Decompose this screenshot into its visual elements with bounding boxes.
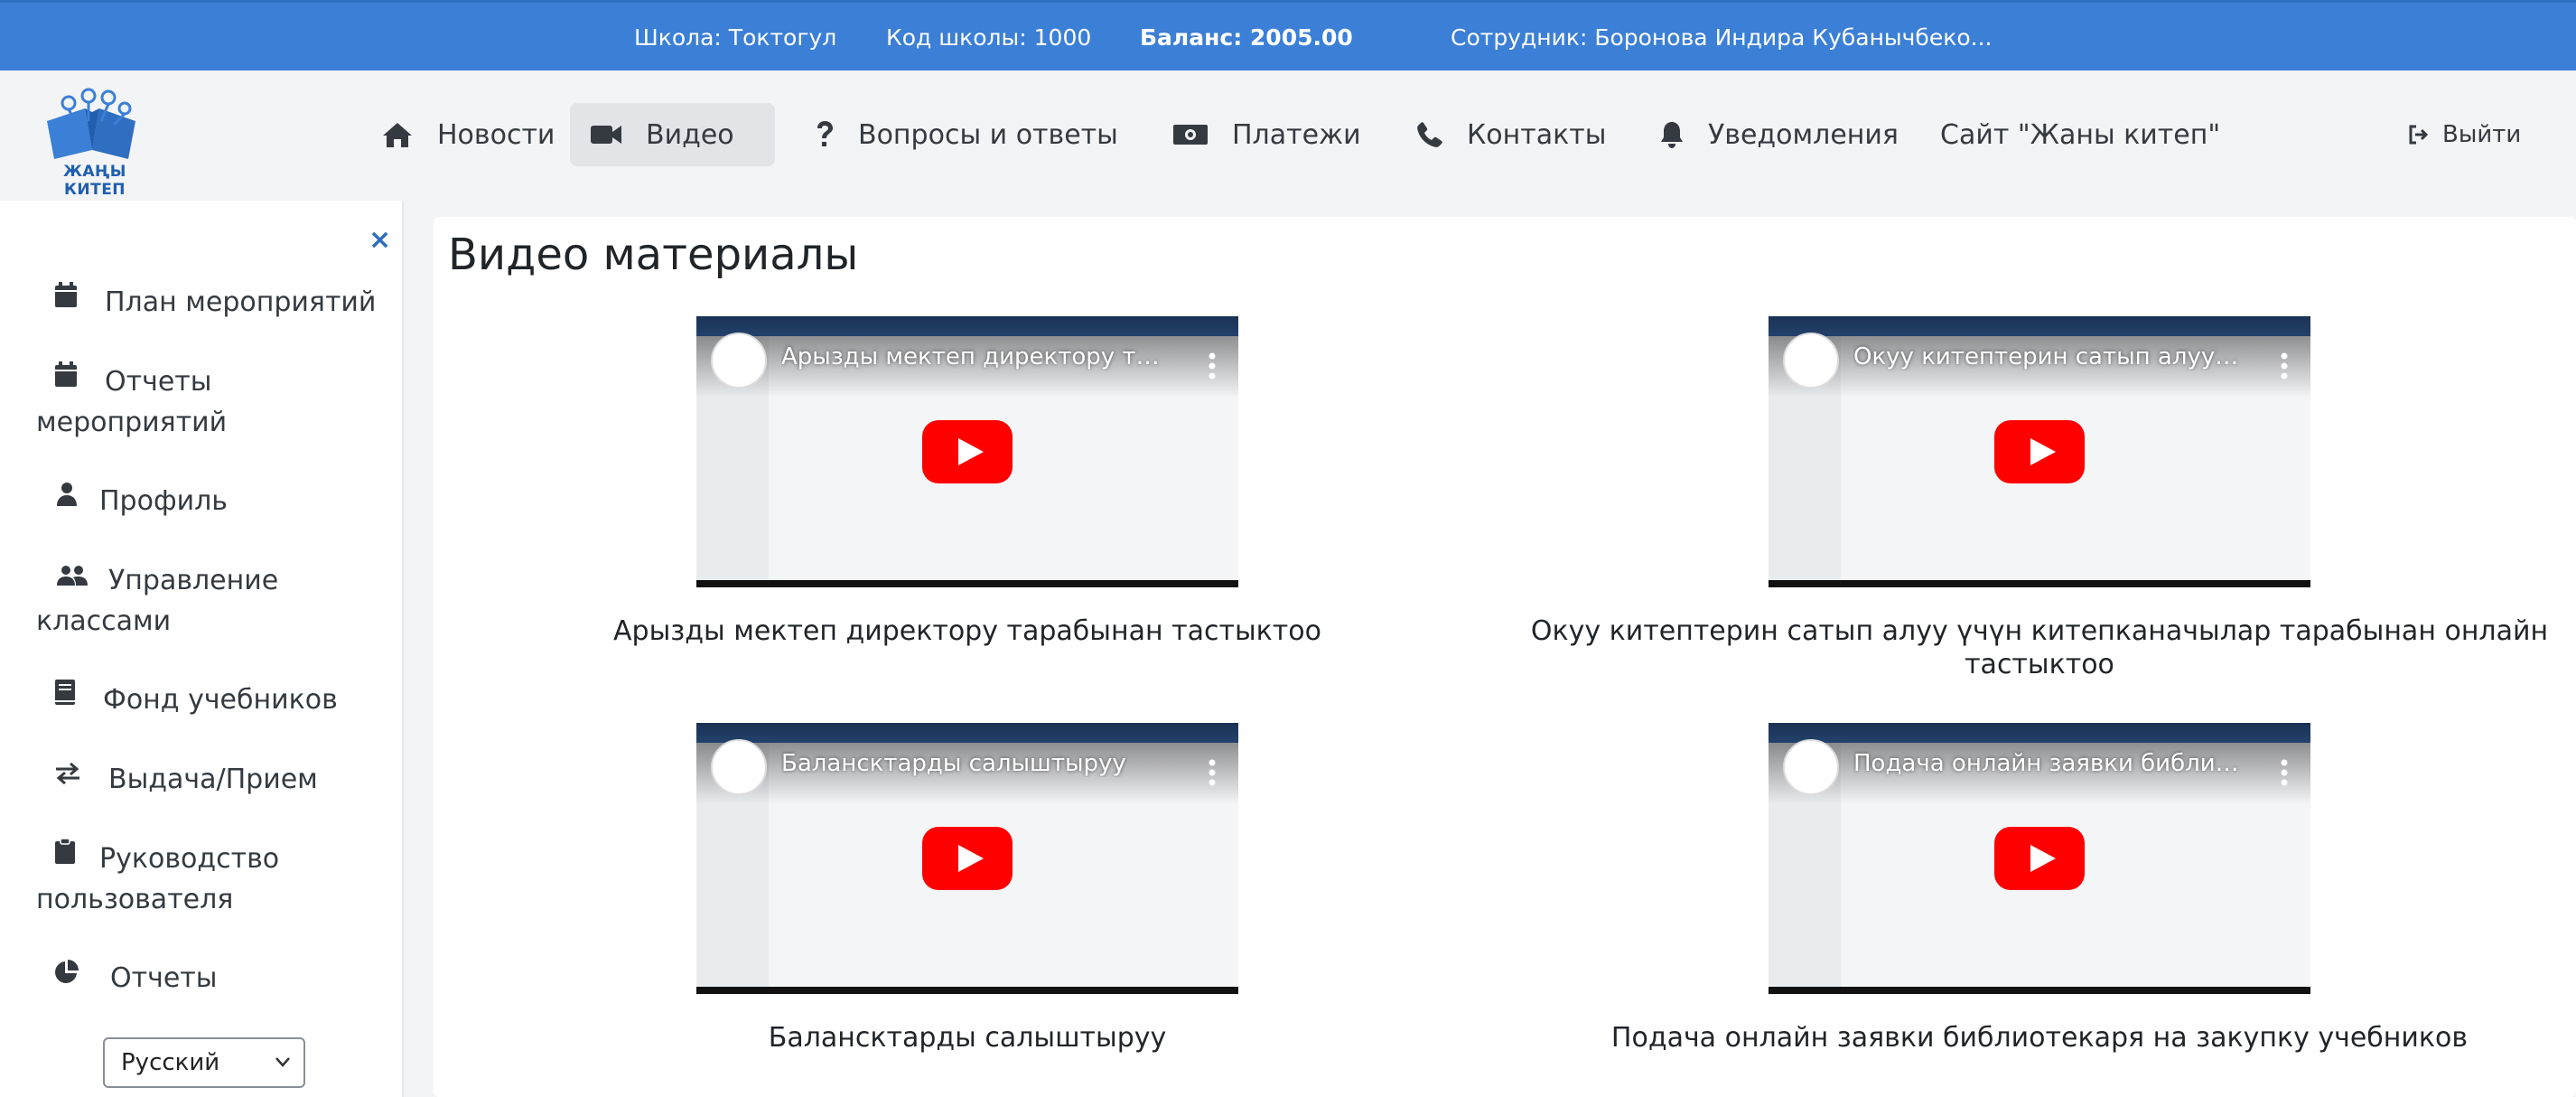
sidebar-item-label: Выдача/Прием	[108, 764, 318, 795]
sidebar-item-event-plan[interactable]: План мероприятий	[36, 280, 388, 323]
nav-questions-label: Вопросы и ответы	[858, 118, 1118, 151]
more-options-icon[interactable]	[1208, 759, 1217, 786]
pie-chart-icon	[54, 956, 79, 996]
question-icon	[817, 121, 833, 146]
video-player-2[interactable]: Окуу китептерин сатып алуу үч...	[1769, 316, 2310, 587]
sidebar-item-textbook-fund[interactable]: Фонд учебников	[36, 678, 388, 721]
video-title[interactable]: Окуу китептерин сатып алуу үч...	[1853, 343, 2242, 370]
user-icon	[56, 479, 78, 519]
nav-news[interactable]: Новости	[361, 103, 574, 166]
logout-button[interactable]: Выйти	[2408, 121, 2521, 148]
nav-payments-label: Платежи	[1232, 118, 1361, 151]
sidebar-item-issue-return[interactable]: Выдача/Прием	[36, 760, 388, 801]
page-title: Видео материалы	[448, 230, 859, 280]
more-options-icon[interactable]	[1208, 352, 1217, 380]
sidebar-item-profile[interactable]: Профиль	[36, 482, 388, 522]
language-select[interactable]: Русский	[103, 1037, 305, 1088]
sidebar-item-label: Фонд учебников	[103, 684, 338, 716]
youtube-play-icon[interactable]	[922, 827, 1013, 890]
sidebar-item-label: План мероприятий	[105, 286, 377, 318]
channel-avatar[interactable]	[711, 739, 767, 795]
video-player-3[interactable]: Балансктарды салыштыруу	[696, 723, 1238, 994]
sidebar-item-event-reports[interactable]: Отчеты мероприятий	[36, 360, 388, 443]
nav-contacts[interactable]: Контакты	[1396, 103, 1626, 166]
nav-video[interactable]: Видео	[570, 103, 775, 166]
language-selected-value: Русский	[121, 1049, 220, 1076]
chevron-down-icon	[275, 1039, 291, 1097]
balance: Баланс: 2005.00	[1140, 24, 1353, 51]
exchange-icon	[54, 757, 81, 797]
video-caption-3: Балансктарды салыштыруу	[768, 1022, 1167, 1054]
nav-notifications-label: Уведомления	[1708, 118, 1899, 151]
youtube-play-icon[interactable]	[1994, 420, 2085, 483]
employee-name: Сотрудник: Боронова Индира Кубанычбеко..…	[1451, 24, 1993, 51]
calendar-icon	[54, 360, 78, 399]
money-bill-icon	[1173, 125, 1208, 145]
school-code: Код школы: 1000	[886, 24, 1092, 51]
sign-out-icon	[2409, 125, 2429, 145]
video-player-4[interactable]: Подача онлайн заявки библиот...	[1769, 723, 2310, 994]
sidebar-item-classes[interactable]: Управление классами	[36, 561, 388, 642]
school-name: Школа: Токтогул	[634, 24, 837, 51]
top-info-bar: Школа: Токтогул Код школы: 1000 Баланс: …	[0, 0, 2576, 70]
sidebar-item-reports[interactable]: Отчеты	[36, 959, 388, 999]
bell-icon	[1661, 122, 1683, 148]
video-player-1[interactable]: Арызды мектеп директору тар...	[696, 316, 1238, 587]
video-title[interactable]: Подача онлайн заявки библиот...	[1853, 750, 2242, 777]
nav-site-link[interactable]: Сайт "Жаны китеп"	[1920, 103, 2240, 166]
more-options-icon[interactable]	[2280, 759, 2289, 786]
book-icon	[54, 678, 76, 717]
channel-avatar[interactable]	[1783, 333, 1839, 389]
video-title[interactable]: Балансктарды салыштыруу	[781, 750, 1170, 777]
logo[interactable]: ЖАҢЫ КИТЕП	[42, 87, 143, 199]
calendar-icon	[54, 280, 78, 320]
nav-video-label: Видео	[646, 118, 734, 151]
more-options-icon[interactable]	[2280, 352, 2289, 380]
phone-icon	[1417, 122, 1442, 147]
video-caption-4: Подача онлайн заявки библиотекаря на зак…	[1610, 1022, 2469, 1054]
channel-avatar[interactable]	[711, 333, 767, 389]
main-navbar: ЖАҢЫ КИТЕП Новости Видео Вопросы и ответ…	[0, 70, 2576, 201]
sidebar-item-label: Отчеты	[110, 962, 218, 994]
home-icon	[383, 123, 412, 147]
logo-icon	[47, 88, 135, 159]
nav-contacts-label: Контакты	[1467, 118, 1607, 151]
nav-payments[interactable]: Платежи	[1153, 103, 1381, 166]
channel-avatar[interactable]	[1783, 739, 1839, 795]
sidebar-item-user-guide[interactable]: Руководство пользователя	[36, 837, 388, 920]
sidebar-item-label: Профиль	[99, 485, 228, 517]
sidebar-close-button[interactable]: ×	[369, 224, 391, 256]
users-icon	[56, 558, 89, 598]
video-camera-icon	[591, 126, 621, 144]
logout-label: Выйти	[2442, 121, 2522, 148]
logo-caption: ЖАҢЫ КИТЕП	[63, 163, 126, 199]
youtube-play-icon[interactable]	[1994, 827, 2085, 890]
youtube-play-icon[interactable]	[922, 420, 1013, 483]
nav-news-label: Новости	[437, 118, 555, 151]
video-title[interactable]: Арызды мектеп директору тар...	[781, 343, 1170, 370]
nav-notifications[interactable]: Уведомления	[1639, 103, 1918, 166]
nav-site-label: Сайт "Жаны китеп"	[1940, 118, 2221, 151]
video-caption-1: Арызды мектеп директору тарабынан тастык…	[613, 615, 1321, 647]
video-caption-2: Окуу китептерин сатып алуу үчүн китепкан…	[1530, 615, 2549, 680]
nav-questions[interactable]: Вопросы и ответы	[795, 103, 1138, 166]
clipboard-icon	[54, 837, 76, 877]
